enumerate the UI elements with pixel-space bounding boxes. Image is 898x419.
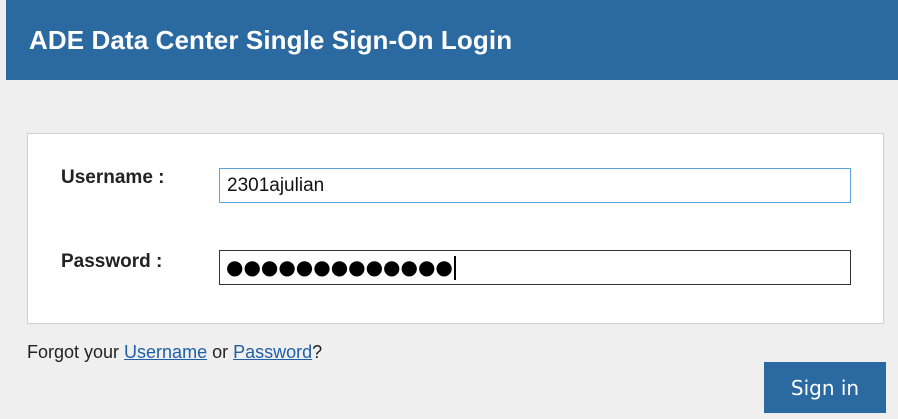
forgot-suffix: ? <box>312 342 323 362</box>
username-label: Username : <box>61 167 165 188</box>
username-value: 2301ajulian <box>227 175 325 196</box>
forgot-prefix: Forgot your <box>27 342 125 362</box>
forgot-username-link[interactable]: Username <box>124 342 207 362</box>
page-title: ADE Data Center Single Sign-On Login <box>29 25 513 55</box>
password-mask: ●●●●●●●●●●●●● <box>226 255 453 279</box>
login-form-panel: Username : 2301ajulian Password : ●●●●●●… <box>27 133 884 324</box>
login-header: ADE Data Center Single Sign-On Login <box>6 0 898 80</box>
forgot-password-link[interactable]: Password <box>233 342 312 362</box>
password-input[interactable]: ●●●●●●●●●●●●● <box>219 250 851 285</box>
sign-in-button[interactable]: Sign in <box>764 362 886 413</box>
username-input[interactable]: 2301ajulian <box>219 168 851 203</box>
forgot-credentials-text: Forgot your Username or Password? <box>27 342 322 363</box>
text-cursor <box>454 256 456 280</box>
forgot-middle: or <box>207 342 234 362</box>
password-label: Password : <box>61 251 163 272</box>
